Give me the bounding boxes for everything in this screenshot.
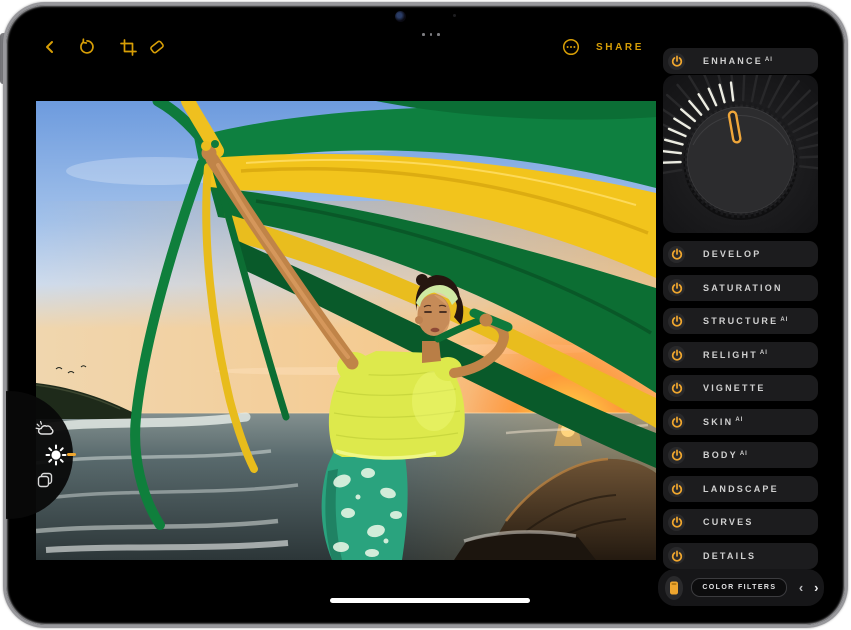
adjustment-label: LANDSCAPE xyxy=(703,484,779,494)
enhance-row[interactable]: ENHANCEAI xyxy=(663,48,818,74)
adjust-sun-icon xyxy=(45,444,67,466)
color-filters-button[interactable]: COLOR FILTERS xyxy=(691,578,787,597)
ai-badge: AI xyxy=(735,417,743,423)
color-filter-badge[interactable] xyxy=(665,576,683,600)
adjustment-row[interactable]: RELIGHTAI xyxy=(663,342,818,368)
adjust-button[interactable] xyxy=(45,444,67,466)
adjustment-row[interactable]: VIGNETTE xyxy=(663,375,818,401)
adjustment-row[interactable]: SKINAI xyxy=(663,409,818,435)
adjustment-row[interactable]: STRUCTUREAI xyxy=(663,308,818,334)
front-camera xyxy=(395,11,406,22)
smart-adjust-button[interactable] xyxy=(34,419,56,441)
wheel-selection-tick xyxy=(67,453,76,456)
power-icon[interactable] xyxy=(668,380,685,397)
adjustment-label: VIGNETTE xyxy=(703,383,766,393)
more-icon xyxy=(562,38,580,56)
screenshot: SHARE xyxy=(0,0,851,630)
filter-swatch-icon xyxy=(667,580,681,596)
more-button[interactable] xyxy=(557,33,585,61)
power-icon[interactable] xyxy=(668,514,685,531)
share-button[interactable]: SHARE xyxy=(596,42,644,53)
ai-badge: AI xyxy=(780,317,788,323)
adjustment-row[interactable]: SATURATION xyxy=(663,275,818,301)
adjustment-row[interactable]: DEVELOP xyxy=(663,241,818,267)
sensor-dot xyxy=(453,14,456,17)
adjustment-row[interactable]: LANDSCAPE xyxy=(663,476,818,502)
adjustment-label: SKINAI xyxy=(703,417,743,427)
adjustment-label: BODYAI xyxy=(703,450,748,460)
power-icon[interactable] xyxy=(668,53,685,70)
filters-icon xyxy=(35,470,55,490)
back-button[interactable] xyxy=(36,33,64,61)
power-icon[interactable] xyxy=(668,346,685,363)
previous-filter-button[interactable]: ‹ xyxy=(793,569,808,606)
undo-icon xyxy=(78,38,96,56)
ipad-device: SHARE xyxy=(3,2,848,628)
crop-button[interactable] xyxy=(114,33,142,61)
power-icon[interactable] xyxy=(668,413,685,430)
next-filter-button[interactable]: › xyxy=(809,569,824,606)
crop-icon xyxy=(120,39,137,56)
adjustment-label: RELIGHTAI xyxy=(703,350,768,360)
power-icon[interactable] xyxy=(668,246,685,263)
back-icon xyxy=(42,39,58,55)
photo-illustration xyxy=(36,101,656,560)
adjustment-label: CURVES xyxy=(703,517,754,527)
smart-adjust-icon xyxy=(35,420,55,440)
adjustment-label: DETAILS xyxy=(703,551,756,561)
multitasking-dots[interactable] xyxy=(420,33,442,36)
home-indicator[interactable] xyxy=(330,598,530,603)
ai-badge: AI xyxy=(765,57,773,63)
eraser-icon xyxy=(148,38,166,56)
adjustment-label: DEVELOP xyxy=(703,249,761,259)
power-icon[interactable] xyxy=(668,313,685,330)
power-icon[interactable] xyxy=(668,279,685,296)
enhance-label: ENHANCEAI xyxy=(703,56,773,66)
filters-button[interactable] xyxy=(34,469,56,491)
adjustment-row[interactable]: DETAILS xyxy=(663,543,818,569)
power-icon[interactable] xyxy=(668,447,685,464)
filters-footer: COLOR FILTERS ‹ › xyxy=(658,569,824,606)
adjustment-row[interactable]: BODYAI xyxy=(663,442,818,468)
enhance-dial[interactable] xyxy=(663,75,818,233)
adjustment-row[interactable]: CURVES xyxy=(663,509,818,535)
power-icon[interactable] xyxy=(668,480,685,497)
undo-button[interactable] xyxy=(73,33,101,61)
adjustment-list: DEVELOP SATURATION STRUCTUREAI xyxy=(663,241,818,569)
eraser-button[interactable] xyxy=(143,33,171,61)
adjustment-label: SATURATION xyxy=(703,283,783,293)
ai-badge: AI xyxy=(760,350,768,356)
adjustment-label: STRUCTUREAI xyxy=(703,316,788,326)
photo-canvas[interactable] xyxy=(36,101,656,560)
power-icon[interactable] xyxy=(668,547,685,564)
ai-badge: AI xyxy=(740,451,748,457)
